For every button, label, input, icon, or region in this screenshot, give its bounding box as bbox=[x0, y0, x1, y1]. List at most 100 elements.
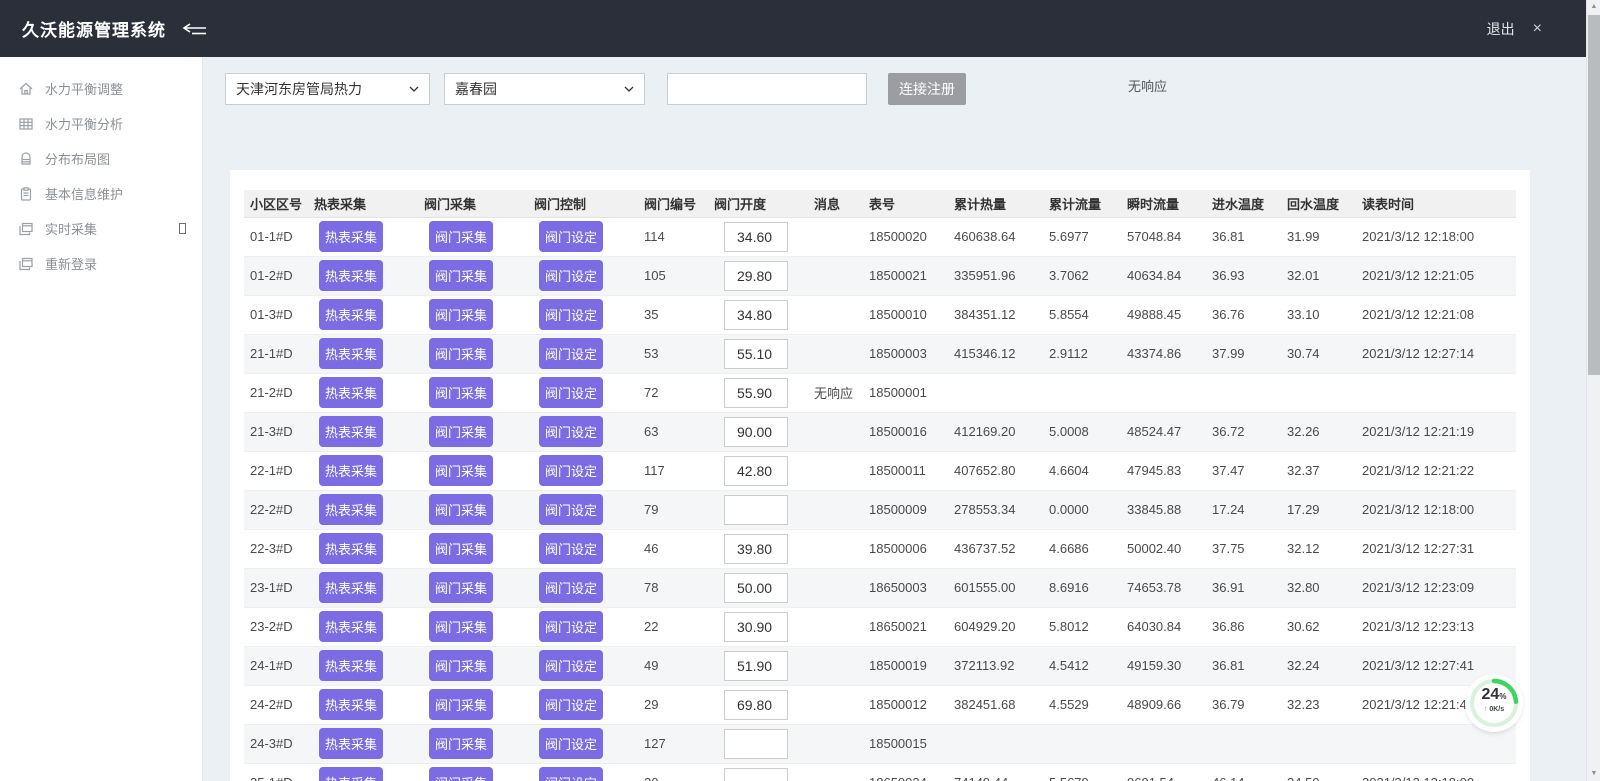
read-time-cell: 2021/3/12 12:23:09 bbox=[1356, 568, 1516, 607]
download-progress-widget[interactable]: 24% ↑ 0K/s bbox=[1468, 677, 1520, 729]
valve-opening-input[interactable] bbox=[724, 378, 788, 408]
valve-set-button[interactable]: 阀门设定 bbox=[539, 377, 603, 408]
valve-collect-button[interactable]: 阀门采集 bbox=[429, 416, 493, 447]
valve-set-button[interactable]: 阀门设定 bbox=[539, 572, 603, 603]
heat-meter-collect-button[interactable]: 热表采集 bbox=[319, 377, 383, 408]
valve-collect-button[interactable]: 阀门采集 bbox=[429, 221, 493, 252]
heat-meter-collect-button[interactable]: 热表采集 bbox=[319, 221, 383, 252]
valve-collect-button[interactable]: 阀门采集 bbox=[429, 377, 493, 408]
sidebar-item-relogin[interactable]: 重新登录 bbox=[0, 246, 202, 281]
sidebar-item-hydraulic-balance-adjust[interactable]: 水力平衡调整 bbox=[0, 71, 202, 106]
collapse-menu-icon[interactable] bbox=[182, 22, 208, 36]
valve-opening-input[interactable] bbox=[724, 300, 788, 330]
valve-set-button[interactable]: 阀门设定 bbox=[539, 611, 603, 642]
heat-meter-collect-button[interactable]: 热表采集 bbox=[319, 767, 383, 781]
heat-meter-collect-button[interactable]: 热表采集 bbox=[319, 533, 383, 564]
valve-collect-button[interactable]: 阀门采集 bbox=[429, 767, 493, 781]
inlet-temp-cell: 17.24 bbox=[1206, 490, 1281, 529]
data-table-card: 小区区号热表采集阀门采集阀门控制阀门编号阀门开度消息表号累计热量累计流量瞬时流量… bbox=[230, 170, 1530, 781]
valve-opening-input[interactable] bbox=[724, 417, 788, 447]
valve-collect-button[interactable]: 阀门采集 bbox=[429, 494, 493, 525]
message-cell bbox=[808, 217, 863, 256]
meter-number-cell: 18500015 bbox=[863, 724, 948, 763]
heat-meter-collect-button[interactable]: 热表采集 bbox=[319, 416, 383, 447]
scroll-down-icon[interactable]: ▼ bbox=[1587, 767, 1600, 781]
inst-flow-cell: 50002.40 bbox=[1121, 529, 1206, 568]
valve-collect-button[interactable]: 阀门采集 bbox=[429, 611, 493, 642]
valve-opening-input[interactable] bbox=[724, 729, 788, 759]
heat-meter-collect-button[interactable]: 热表采集 bbox=[319, 689, 383, 720]
valve-opening-input[interactable] bbox=[724, 534, 788, 564]
sidebar-item-label: 水力平衡分析 bbox=[45, 114, 186, 133]
connect-register-button[interactable]: 连接注册 bbox=[888, 73, 966, 105]
valve-collect-button[interactable]: 阀门采集 bbox=[429, 533, 493, 564]
heat-meter-collect-button[interactable]: 热表采集 bbox=[319, 455, 383, 486]
area-code-cell: 21-1#D bbox=[244, 334, 308, 373]
valve-collect-button[interactable]: 阀门采集 bbox=[429, 689, 493, 720]
total-heat-cell: 74149.44 bbox=[948, 763, 1043, 781]
scrollbar-thumb[interactable] bbox=[1588, 15, 1600, 375]
valve-set-button[interactable]: 阀门设定 bbox=[539, 533, 603, 564]
vertical-scrollbar[interactable]: ▲ ▼ bbox=[1586, 0, 1600, 781]
valve-set-button[interactable]: 阀门设定 bbox=[539, 260, 603, 291]
valve-set-button[interactable]: 阀门设定 bbox=[539, 338, 603, 369]
total-heat-cell: 601555.00 bbox=[948, 568, 1043, 607]
valve-opening-input[interactable] bbox=[724, 768, 788, 781]
heat-company-select[interactable]: 天津河东房管局热力 bbox=[225, 73, 430, 105]
total-flow-cell: 4.5529 bbox=[1043, 685, 1121, 724]
valve-set-button[interactable]: 阀门设定 bbox=[539, 650, 603, 681]
sidebar-item-distribution-layout[interactable]: 分布布局图 bbox=[0, 141, 202, 176]
valve-set-button[interactable]: 阀门设定 bbox=[539, 767, 603, 781]
valve-collect-button[interactable]: 阀门采集 bbox=[429, 260, 493, 291]
heat-meter-collect-button[interactable]: 热表采集 bbox=[319, 611, 383, 642]
sidebar-item-basic-info-maintenance[interactable]: 基本信息维护 bbox=[0, 176, 202, 211]
total-heat-cell: 382451.68 bbox=[948, 685, 1043, 724]
valve-set-button[interactable]: 阀门设定 bbox=[539, 221, 603, 252]
total-heat-cell bbox=[948, 373, 1043, 412]
heat-meter-collect-button[interactable]: 热表采集 bbox=[319, 299, 383, 330]
valve-opening-input[interactable] bbox=[724, 651, 788, 681]
message-cell bbox=[808, 451, 863, 490]
sidebar-item-hydraulic-balance-analysis[interactable]: 水力平衡分析 bbox=[0, 106, 202, 141]
valve-set-button[interactable]: 阀门设定 bbox=[539, 728, 603, 759]
heat-meter-collect-button[interactable]: 热表采集 bbox=[319, 338, 383, 369]
heat-meter-collect-button[interactable]: 热表采集 bbox=[319, 728, 383, 759]
valve-set-button[interactable]: 阀门设定 bbox=[539, 494, 603, 525]
valve-set-button[interactable]: 阀门设定 bbox=[539, 455, 603, 486]
read-time-cell: 2021/3/12 12:21:19 bbox=[1356, 412, 1516, 451]
valve-collect-button[interactable]: 阀门采集 bbox=[429, 572, 493, 603]
inst-flow-cell: 40634.84 bbox=[1121, 256, 1206, 295]
scroll-up-icon[interactable]: ▲ bbox=[1587, 0, 1600, 14]
valve-opening-input[interactable] bbox=[724, 456, 788, 486]
valve-collect-button[interactable]: 阀门采集 bbox=[429, 338, 493, 369]
valve-collect-button[interactable]: 阀门采集 bbox=[429, 455, 493, 486]
valve-opening-input[interactable] bbox=[724, 495, 788, 525]
valve-opening-input[interactable] bbox=[724, 261, 788, 291]
valve-opening-input[interactable] bbox=[724, 612, 788, 642]
valve-opening-input[interactable] bbox=[724, 573, 788, 603]
sidebar-item-realtime-collection[interactable]: 实时采集 bbox=[0, 211, 202, 246]
heat-meter-collect-button[interactable]: 热表采集 bbox=[319, 260, 383, 291]
meter-number-cell: 18500003 bbox=[863, 334, 948, 373]
return-temp-cell: 30.62 bbox=[1281, 607, 1356, 646]
valve-opening-input[interactable] bbox=[724, 690, 788, 720]
meter-number-cell: 18500020 bbox=[863, 217, 948, 256]
valve-collect-button[interactable]: 阀门采集 bbox=[429, 650, 493, 681]
valve-opening-input[interactable] bbox=[724, 339, 788, 369]
total-heat-cell: 436737.52 bbox=[948, 529, 1043, 568]
valve-opening-input[interactable] bbox=[724, 222, 788, 252]
column-header-13: 回水温度 bbox=[1281, 190, 1356, 217]
register-input[interactable] bbox=[667, 73, 867, 105]
heat-meter-collect-button[interactable]: 热表采集 bbox=[319, 572, 383, 603]
valve-set-button[interactable]: 阀门设定 bbox=[539, 689, 603, 720]
heat-meter-collect-button[interactable]: 热表采集 bbox=[319, 650, 383, 681]
progress-speed: ↑ 0K/s bbox=[1468, 706, 1520, 713]
logout-button[interactable]: 退出 bbox=[1487, 19, 1515, 39]
valve-collect-button[interactable]: 阀门采集 bbox=[429, 728, 493, 759]
valve-set-button[interactable]: 阀门设定 bbox=[539, 416, 603, 447]
valve-set-button[interactable]: 阀门设定 bbox=[539, 299, 603, 330]
valve-collect-button[interactable]: 阀门采集 bbox=[429, 299, 493, 330]
close-icon[interactable]: × bbox=[1533, 20, 1542, 38]
heat-meter-collect-button[interactable]: 热表采集 bbox=[319, 494, 383, 525]
community-select[interactable]: 嘉春园 bbox=[444, 73, 645, 105]
